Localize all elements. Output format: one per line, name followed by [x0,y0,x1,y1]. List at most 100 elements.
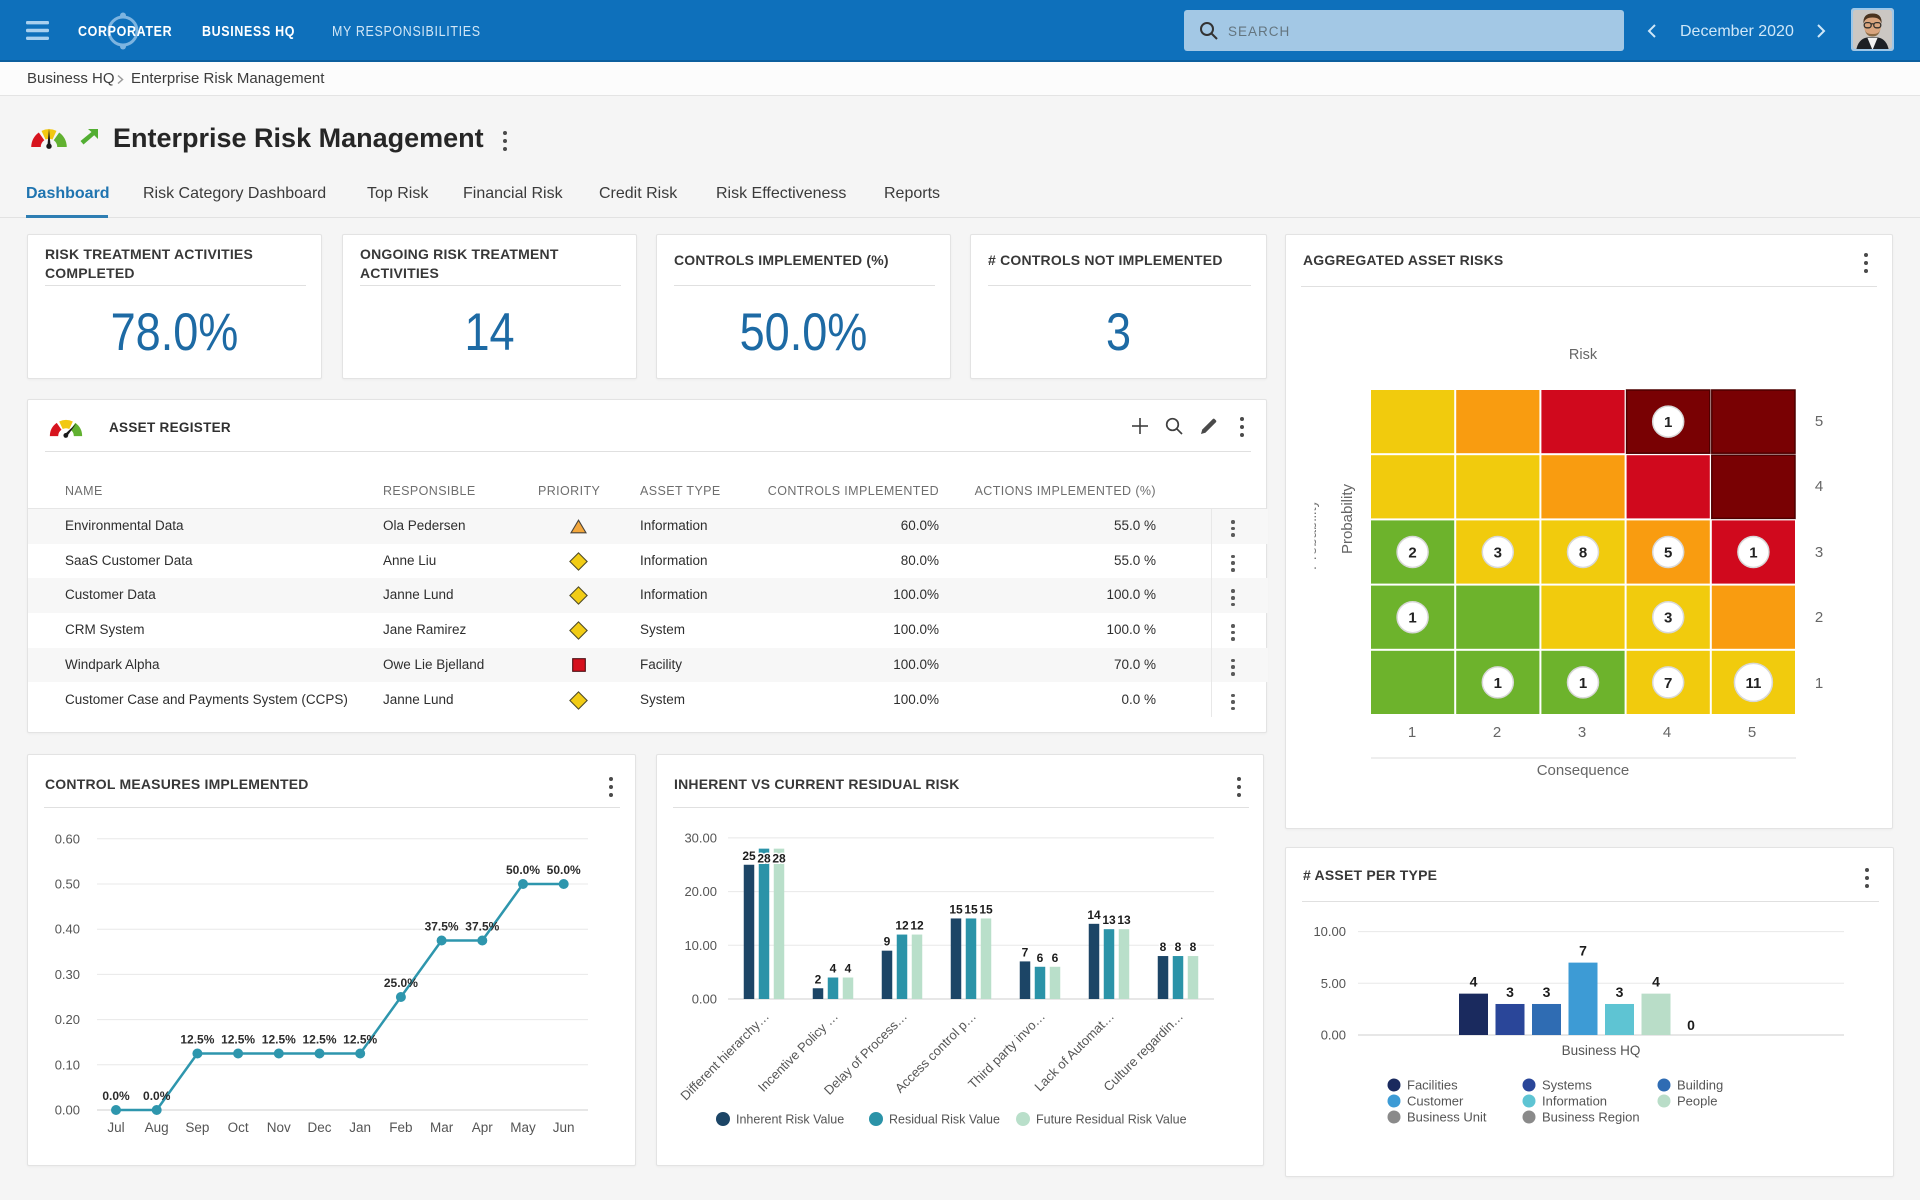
svg-text:0.60: 0.60 [55,831,80,846]
svg-text:5: 5 [1748,724,1756,741]
svg-text:2: 2 [1493,724,1501,741]
svg-text:4: 4 [830,962,837,976]
svg-text:4: 4 [1663,724,1671,741]
svg-text:1: 1 [1815,675,1823,692]
svg-text:9: 9 [884,935,891,949]
svg-text:0.00: 0.00 [55,1103,80,1118]
svg-text:12.5%: 12.5% [221,1033,255,1047]
svg-text:8: 8 [1190,940,1197,954]
svg-text:Nov: Nov [267,1120,291,1135]
svg-text:3: 3 [1664,610,1672,627]
svg-text:6: 6 [1037,951,1044,965]
svg-text:15: 15 [979,902,993,916]
svg-text:0: 0 [1687,1017,1695,1033]
svg-text:Feb: Feb [389,1120,412,1135]
svg-text:11: 11 [1745,675,1761,692]
svg-text:Different hierarchy…: Different hierarchy… [677,1009,772,1104]
svg-text:2: 2 [1815,609,1823,626]
svg-text:8: 8 [1579,545,1587,562]
svg-text:4: 4 [1470,974,1478,990]
svg-text:People: People [1677,1094,1717,1109]
svg-text:5: 5 [1664,545,1672,562]
svg-text:Consequence: Consequence [1537,762,1630,779]
svg-text:Jul: Jul [107,1120,124,1135]
svg-text:0.00: 0.00 [692,992,717,1007]
svg-text:4: 4 [1652,974,1660,990]
svg-text:3: 3 [1616,984,1624,1000]
svg-text:Dec: Dec [307,1120,331,1135]
svg-text:37.5%: 37.5% [425,920,459,934]
svg-text:Building: Building [1677,1078,1723,1093]
svg-text:25: 25 [742,849,756,863]
svg-text:0.20: 0.20 [55,1012,80,1027]
svg-text:Future Residual Risk Value: Future Residual Risk Value [1036,1113,1187,1127]
svg-text:15: 15 [949,902,963,916]
svg-text:Apr: Apr [472,1120,494,1135]
svg-text:14: 14 [1087,908,1101,922]
svg-text:10.00: 10.00 [1313,924,1346,939]
svg-text:1: 1 [1749,545,1757,562]
svg-text:0.10: 0.10 [55,1057,80,1072]
svg-text:Probability: Probability [1303,499,1320,570]
svg-text:25.0%: 25.0% [384,976,418,990]
svg-text:1: 1 [1408,724,1416,741]
svg-text:12.5%: 12.5% [262,1033,296,1047]
svg-text:50.0%: 50.0% [506,863,540,877]
svg-text:20.00: 20.00 [684,884,717,899]
svg-text:Business Region: Business Region [1542,1110,1640,1125]
svg-text:Systems: Systems [1542,1078,1592,1093]
svg-text:0.30: 0.30 [55,967,80,982]
svg-text:12: 12 [910,919,924,933]
svg-text:6: 6 [1052,951,1059,965]
svg-text:3: 3 [1494,545,1502,562]
svg-text:12: 12 [895,919,909,933]
svg-text:8: 8 [1160,940,1167,954]
svg-text:12.5%: 12.5% [180,1033,214,1047]
svg-text:Business Unit: Business Unit [1407,1110,1487,1125]
svg-text:1: 1 [1494,675,1502,692]
svg-text:Jan: Jan [349,1120,371,1135]
svg-text:5.00: 5.00 [1321,976,1346,991]
svg-text:2: 2 [815,972,822,986]
svg-text:8: 8 [1175,940,1182,954]
svg-text:3: 3 [1543,984,1551,1000]
svg-text:3: 3 [1815,544,1823,561]
svg-text:37.5%: 37.5% [465,920,499,934]
svg-text:Oct: Oct [228,1120,249,1135]
svg-text:28: 28 [757,852,771,866]
svg-text:7: 7 [1022,945,1029,959]
svg-text:Mar: Mar [430,1120,454,1135]
svg-text:4: 4 [1815,478,1823,495]
svg-text:5: 5 [1815,413,1823,430]
svg-text:13: 13 [1117,913,1131,927]
svg-text:Residual Risk Value: Residual Risk Value [889,1113,1000,1127]
svg-text:3: 3 [1578,724,1586,741]
svg-text:3: 3 [1506,984,1514,1000]
svg-text:Facilities: Facilities [1407,1078,1458,1093]
svg-text:Business HQ: Business HQ [1562,1043,1641,1058]
svg-text:4: 4 [845,962,852,976]
svg-text:0.00: 0.00 [1321,1028,1346,1043]
svg-text:0.50: 0.50 [55,877,80,892]
svg-text:0.40: 0.40 [55,922,80,937]
svg-text:Inherent Risk Value: Inherent Risk Value [736,1113,844,1127]
svg-text:Jun: Jun [553,1120,575,1135]
svg-text:2: 2 [1408,545,1416,562]
svg-text:Risk: Risk [1569,347,1598,363]
svg-text:13: 13 [1102,913,1116,927]
svg-text:Sep: Sep [185,1120,209,1135]
svg-text:1: 1 [1664,414,1672,431]
svg-text:15: 15 [964,902,978,916]
svg-text:Aug: Aug [145,1120,169,1135]
svg-text:28: 28 [772,852,786,866]
svg-text:Customer: Customer [1407,1094,1464,1109]
svg-text:50.0%: 50.0% [547,863,581,877]
svg-text:12.5%: 12.5% [302,1033,336,1047]
svg-text:Probability: Probability [1339,483,1356,554]
svg-text:1: 1 [1408,610,1416,627]
svg-text:7: 7 [1664,675,1672,692]
svg-text:1: 1 [1579,675,1587,692]
svg-text:0.0%: 0.0% [143,1089,171,1103]
svg-text:May: May [510,1120,536,1135]
svg-text:7: 7 [1579,943,1587,959]
